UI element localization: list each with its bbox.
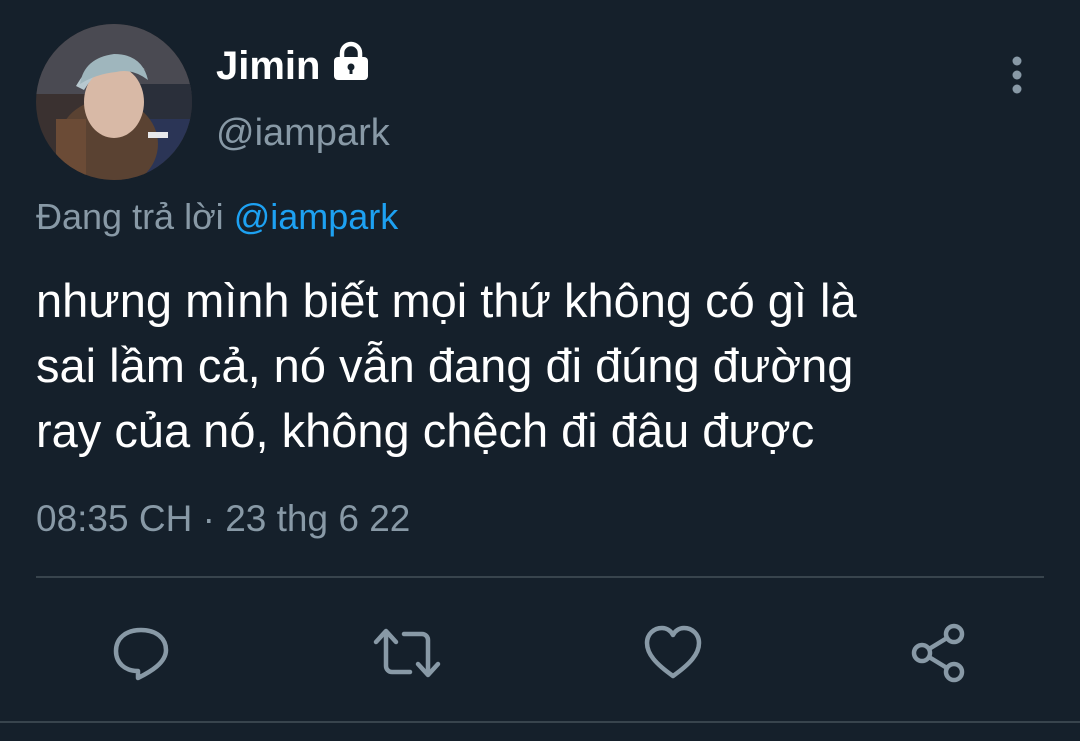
lock-icon	[330, 40, 372, 82]
reply-context: Đang trả lời @iampark	[36, 194, 398, 240]
divider	[0, 721, 1080, 723]
retweet-button[interactable]	[372, 618, 442, 688]
author-display-name[interactable]: Jimin	[216, 42, 320, 90]
share-button[interactable]	[904, 618, 974, 688]
like-button[interactable]	[638, 618, 708, 688]
author-handle[interactable]: @iampark	[216, 110, 390, 156]
tweet-timestamp[interactable]: 08:35 CH · 23 thg 6 22	[36, 496, 410, 542]
reply-icon	[113, 627, 169, 681]
reply-button[interactable]	[106, 618, 176, 688]
heart-icon	[644, 625, 702, 679]
reply-prefix: Đang trả lời	[36, 196, 224, 237]
profile-photo	[36, 24, 192, 180]
avatar[interactable]	[36, 24, 192, 180]
tweet-text: nhưng mình biết mọi thứ không có gì là s…	[36, 274, 857, 457]
share-icon	[911, 623, 965, 683]
retweet-icon	[373, 628, 441, 678]
divider	[36, 576, 1044, 578]
more-vertical-icon[interactable]	[996, 52, 1038, 98]
reply-mention-link[interactable]: @iampark	[234, 196, 399, 237]
